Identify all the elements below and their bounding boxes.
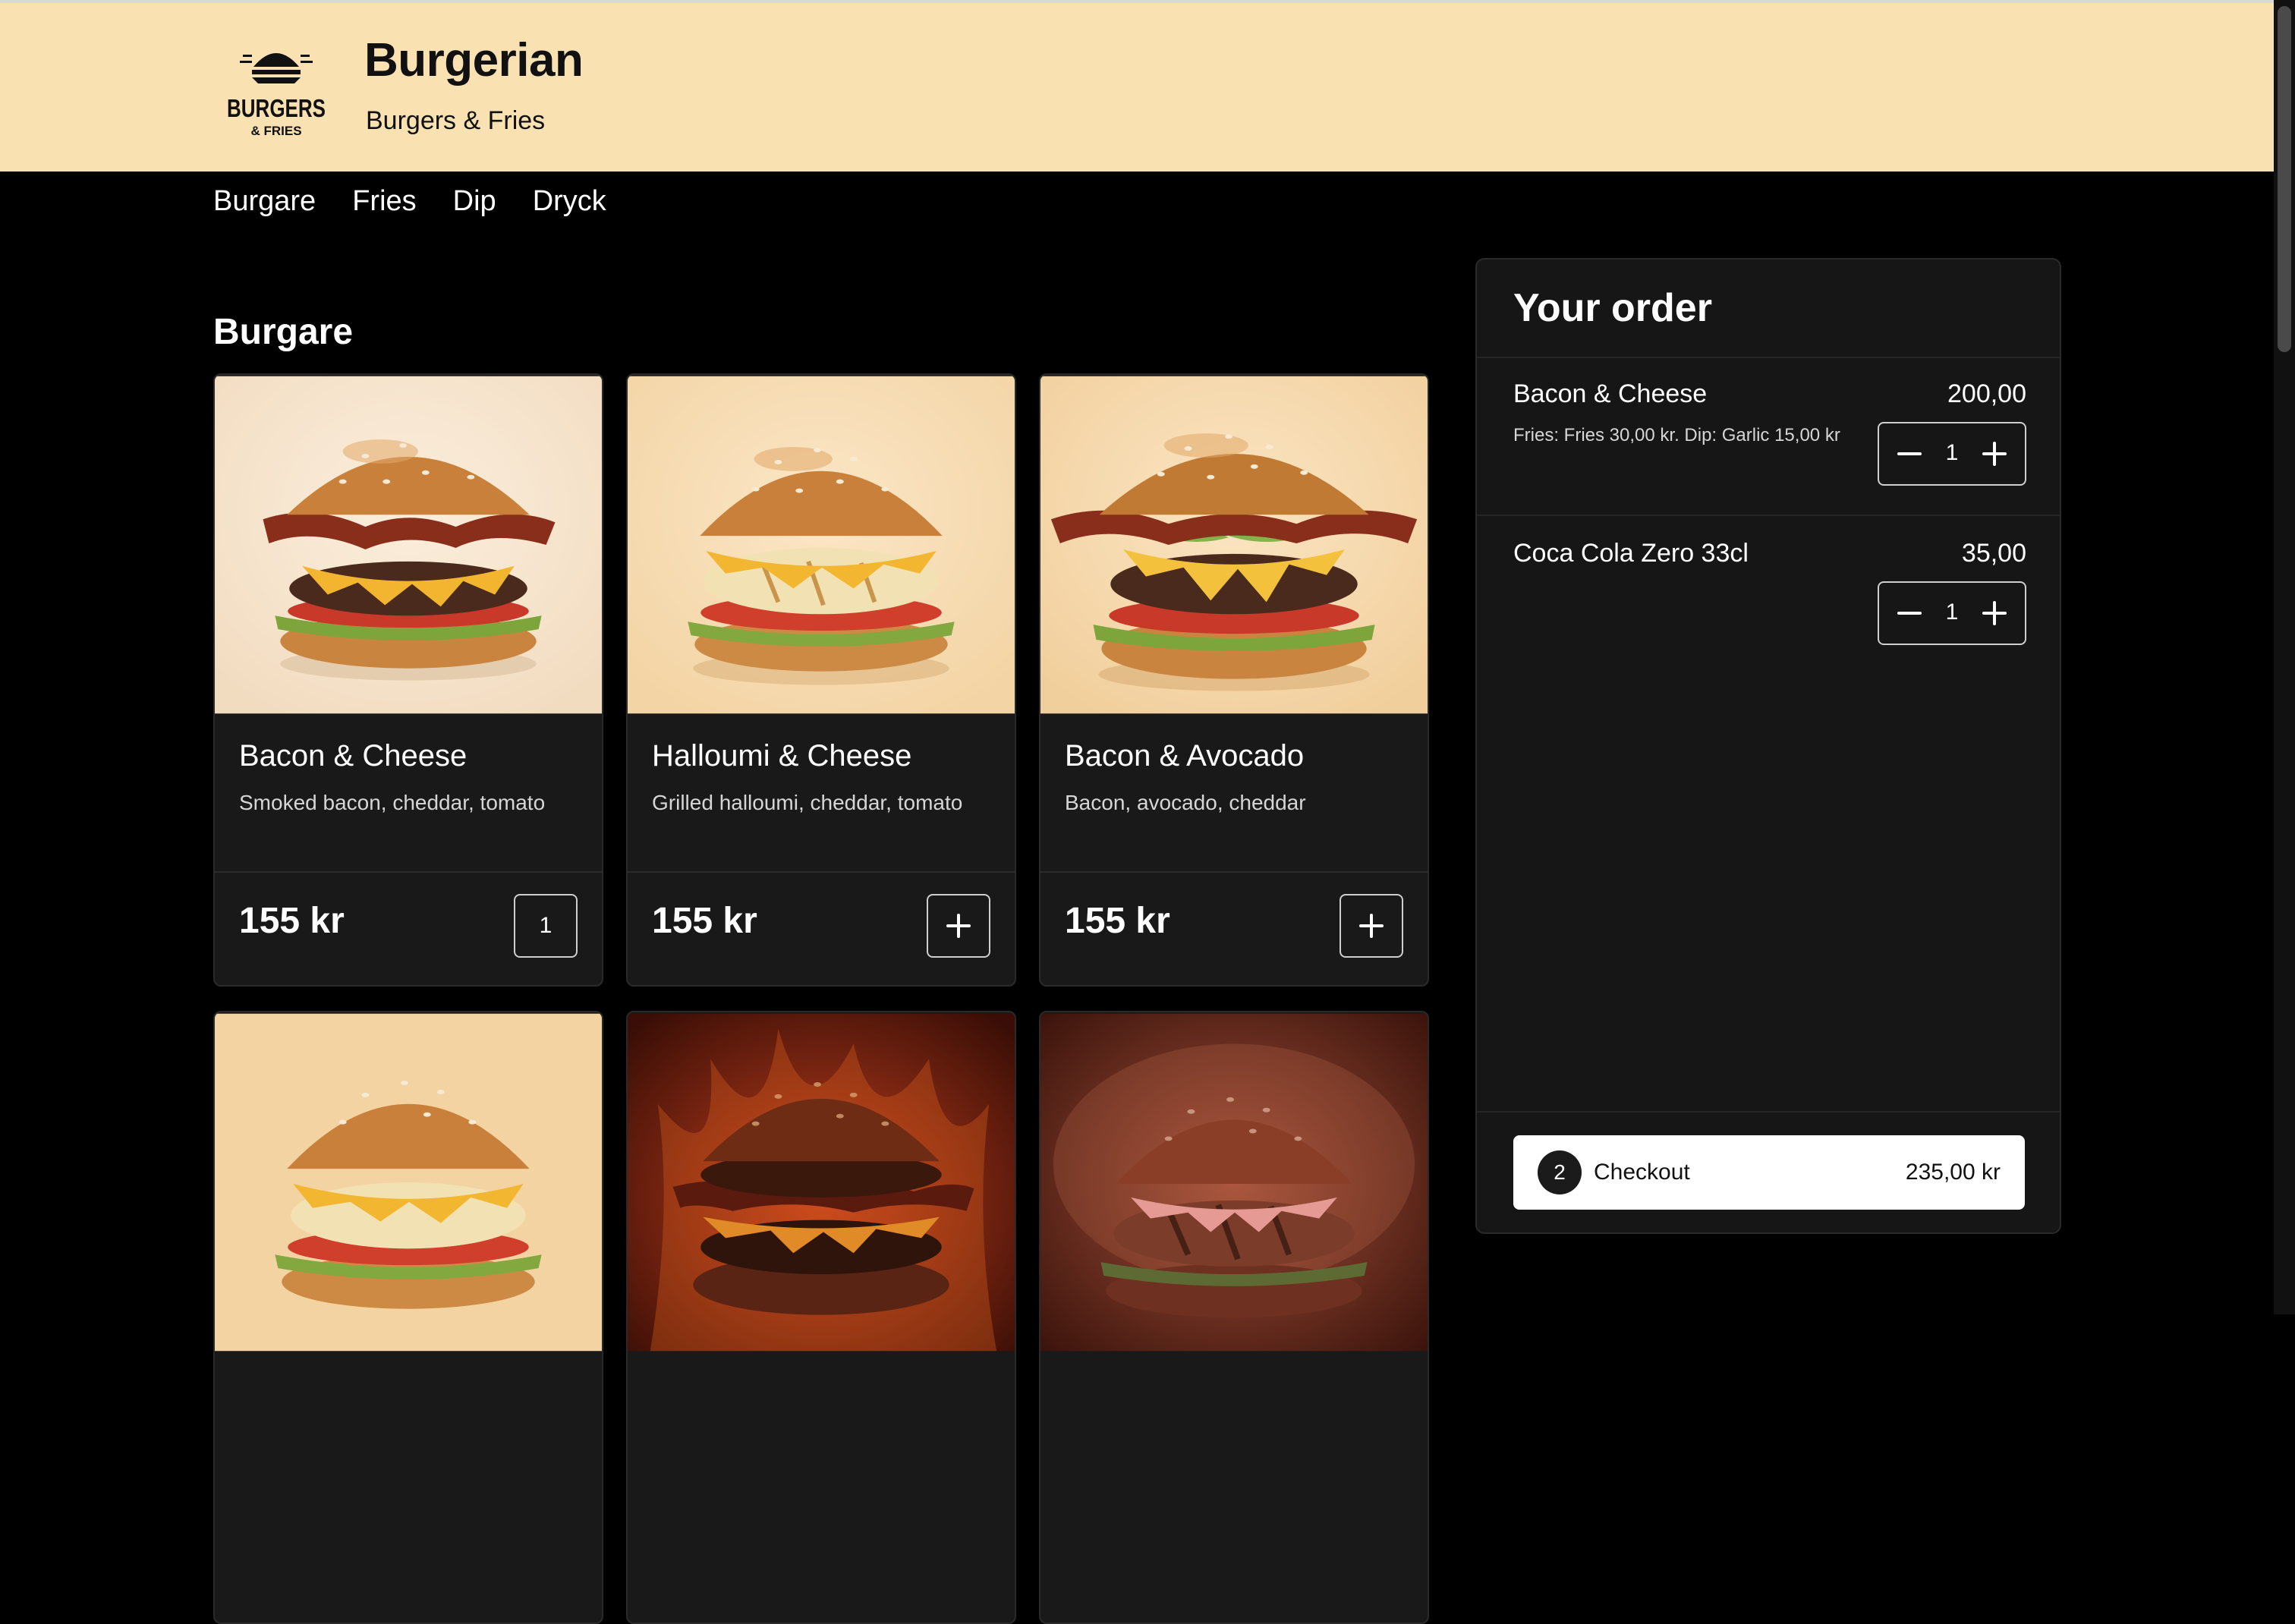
plus-icon xyxy=(1982,442,2007,466)
burger-smoke-image xyxy=(1040,1012,1428,1352)
burger-halloumi-cheese-image xyxy=(628,375,1015,715)
section-title: Burgare xyxy=(213,312,354,352)
product-price: 155 kr xyxy=(1065,901,1170,941)
add-to-cart-button[interactable] xyxy=(927,894,990,958)
order-title: Your order xyxy=(1513,286,1712,330)
product-price: 155 kr xyxy=(652,901,757,941)
site-header: BURGERS & FRIES Burgerian Burgers & Frie… xyxy=(0,0,2274,172)
nav-item-dip[interactable]: Dip xyxy=(453,185,496,218)
svg-text:BURGERS: BURGERS xyxy=(227,94,326,122)
product-description: Bacon, avocado, cheddar xyxy=(1065,791,1306,814)
order-divider xyxy=(1477,1111,2060,1113)
scrollbar-thumb[interactable] xyxy=(2278,6,2291,352)
order-item-name: Coca Cola Zero 33cl xyxy=(1513,539,1749,568)
increase-quantity-button[interactable] xyxy=(1982,442,2007,466)
order-item: Bacon & Cheese 200,00 Fries: Fries 30,00… xyxy=(1513,379,2026,493)
product-name: Halloumi & Cheese xyxy=(652,739,912,773)
product-price: 155 kr xyxy=(239,901,345,941)
product-description: Smoked bacon, cheddar, tomato xyxy=(239,791,546,814)
site-subtitle: Burgers & Fries xyxy=(366,106,546,135)
product-description: Grilled halloumi, cheddar, tomato xyxy=(652,791,963,814)
product-card-bacon-avocado[interactable]: Bacon & Avocado Bacon, avocado, cheddar … xyxy=(1039,373,1429,987)
product-name: Bacon & Cheese xyxy=(239,739,468,773)
order-divider xyxy=(1477,515,2060,516)
checkout-button[interactable]: 2 Checkout 235,00 kr xyxy=(1513,1135,2025,1210)
order-divider xyxy=(1477,357,2060,358)
nav-item-fries[interactable]: Fries xyxy=(352,185,416,218)
quantity-stepper: 1 xyxy=(1878,422,2026,486)
order-item-price: 200,00 xyxy=(1947,379,2026,408)
cart-count-badge: 2 xyxy=(1538,1150,1582,1194)
site-title: Burgerian xyxy=(364,34,584,87)
order-item-name: Bacon & Cheese xyxy=(1513,379,1708,408)
burger-fire-image xyxy=(628,1012,1015,1352)
burger-bacon-cheese-image xyxy=(215,375,602,715)
order-item: Coca Cola Zero 33cl 35,00 1 xyxy=(1513,539,2026,653)
order-panel: Your order Bacon & Cheese 200,00 Fries: … xyxy=(1475,258,2061,1234)
plus-icon xyxy=(1359,914,1384,938)
checkout-label: Checkout xyxy=(1594,1160,1690,1185)
category-nav: Burgare Fries Dip Dryck xyxy=(213,185,606,218)
product-card-bacon-cheese[interactable]: Bacon & Cheese Smoked bacon, cheddar, to… xyxy=(213,373,603,987)
product-card[interactable] xyxy=(213,1011,603,1624)
scrollbar[interactable] xyxy=(2274,0,2295,1314)
product-card[interactable] xyxy=(626,1011,1016,1624)
product-card[interactable] xyxy=(1039,1011,1429,1624)
product-card-halloumi-cheese[interactable]: Halloumi & Cheese Grilled halloumi, ched… xyxy=(626,373,1016,987)
plus-icon xyxy=(1982,601,2007,625)
nav-item-burgare[interactable]: Burgare xyxy=(213,185,316,218)
order-item-options: Fries: Fries 30,00 kr. Dip: Garlic 15,00… xyxy=(1513,425,1840,445)
product-quantity-button[interactable]: 1 xyxy=(514,894,578,958)
plus-icon xyxy=(946,914,971,938)
increase-quantity-button[interactable] xyxy=(1982,601,2007,625)
card-divider xyxy=(628,871,1015,873)
burger-halloumi-image xyxy=(215,1012,602,1352)
card-divider xyxy=(215,871,602,873)
burger-bacon-avocado-image xyxy=(1040,375,1428,715)
checkout-total: 235,00 kr xyxy=(1905,1160,2001,1185)
add-to-cart-button[interactable] xyxy=(1340,894,1403,958)
nav-item-dryck[interactable]: Dryck xyxy=(533,185,606,218)
product-name: Bacon & Avocado xyxy=(1065,739,1305,773)
card-divider xyxy=(1040,871,1428,873)
quantity-stepper: 1 xyxy=(1878,581,2026,645)
burgers-fries-logo[interactable]: BURGERS & FRIES xyxy=(225,36,328,141)
order-item-price: 35,00 xyxy=(1961,539,2026,568)
svg-text:& FRIES: & FRIES xyxy=(250,124,301,138)
